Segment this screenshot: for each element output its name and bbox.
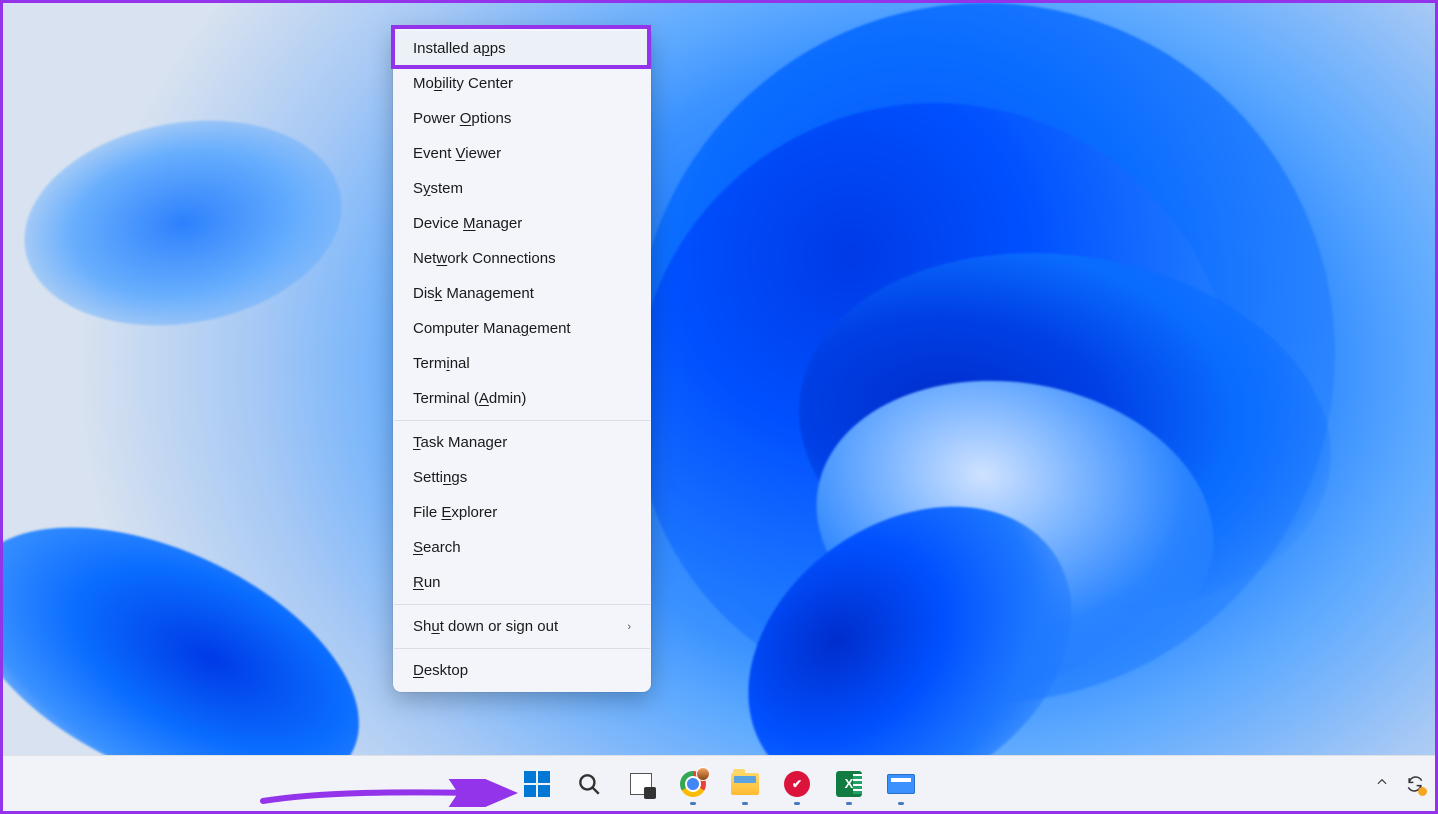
menu-item-terminal-admin[interactable]: Terminal (Admin) bbox=[393, 381, 651, 416]
menu-item-label: Network Connections bbox=[413, 250, 556, 267]
menu-item-label: Power Options bbox=[413, 110, 511, 127]
taskbar-pinned-apps: ✔ X bbox=[515, 762, 923, 806]
menu-item-desktop[interactable]: Desktop bbox=[393, 653, 651, 688]
windows-logo-icon bbox=[524, 771, 550, 797]
onedrive-sync-button[interactable] bbox=[1405, 774, 1425, 794]
task-view-icon bbox=[630, 773, 652, 795]
menu-item-device-manager[interactable]: Device Manager bbox=[393, 206, 651, 241]
menu-item-network-connections[interactable]: Network Connections bbox=[393, 241, 651, 276]
menu-item-label: Run bbox=[413, 574, 441, 591]
winx-context-menu: Installed apps Mobility Center Power Optio… bbox=[393, 27, 651, 692]
task-view-button[interactable] bbox=[619, 762, 663, 806]
taskbar: ✔ X bbox=[3, 755, 1435, 811]
chrome-button[interactable] bbox=[671, 762, 715, 806]
menu-item-label: Device Manager bbox=[413, 215, 522, 232]
todoist-button[interactable]: ✔ bbox=[775, 762, 819, 806]
menu-item-settings[interactable]: Settings bbox=[393, 460, 651, 495]
search-button[interactable] bbox=[567, 762, 611, 806]
menu-item-shut-down-or-sign-out[interactable]: Shut down or sign out › bbox=[393, 609, 651, 644]
excel-button[interactable]: X bbox=[827, 762, 871, 806]
menu-item-label: Search bbox=[413, 539, 461, 556]
menu-item-mobility-center[interactable]: Mobility Center bbox=[393, 66, 651, 101]
menu-item-label: Desktop bbox=[413, 662, 468, 679]
sync-warning-badge-icon bbox=[1418, 787, 1427, 796]
menu-separator bbox=[394, 648, 650, 649]
chevron-right-icon: › bbox=[627, 621, 631, 633]
menu-separator bbox=[394, 420, 650, 421]
menu-item-label: Mobility Center bbox=[413, 75, 513, 92]
menu-item-system[interactable]: System bbox=[393, 171, 651, 206]
chrome-icon bbox=[680, 771, 706, 797]
menu-item-label: Disk Management bbox=[413, 285, 534, 302]
menu-item-computer-management[interactable]: Computer Management bbox=[393, 311, 651, 346]
menu-item-task-manager[interactable]: Task Manager bbox=[393, 425, 651, 460]
menu-item-label: Installed apps bbox=[413, 40, 506, 57]
todoist-icon: ✔ bbox=[784, 771, 810, 797]
run-dialog-button[interactable] bbox=[879, 762, 923, 806]
menu-item-label: Shut down or sign out bbox=[413, 618, 558, 635]
wallpaper-shape bbox=[8, 97, 358, 350]
menu-item-label: Task Manager bbox=[413, 434, 507, 451]
start-button[interactable] bbox=[515, 762, 559, 806]
excel-icon: X bbox=[836, 771, 862, 797]
menu-item-file-explorer[interactable]: File Explorer bbox=[393, 495, 651, 530]
running-indicator bbox=[846, 802, 852, 805]
desktop-wallpaper[interactable] bbox=[3, 3, 1435, 811]
menu-separator bbox=[394, 604, 650, 605]
menu-item-label: Terminal bbox=[413, 355, 470, 372]
folder-icon bbox=[731, 773, 759, 795]
menu-item-label: Terminal (Admin) bbox=[413, 390, 526, 407]
menu-item-power-options[interactable]: Power Options bbox=[393, 101, 651, 136]
running-indicator bbox=[690, 802, 696, 805]
file-explorer-button[interactable] bbox=[723, 762, 767, 806]
menu-item-label: System bbox=[413, 180, 463, 197]
menu-item-disk-management[interactable]: Disk Management bbox=[393, 276, 651, 311]
system-tray bbox=[1369, 756, 1425, 811]
running-indicator bbox=[794, 802, 800, 805]
profile-avatar-icon bbox=[696, 767, 710, 781]
menu-item-label: File Explorer bbox=[413, 504, 497, 521]
menu-item-label: Settings bbox=[413, 469, 467, 486]
running-indicator bbox=[742, 802, 748, 805]
running-indicator bbox=[898, 802, 904, 805]
menu-item-label: Event Viewer bbox=[413, 145, 501, 162]
menu-item-search[interactable]: Search bbox=[393, 530, 651, 565]
menu-item-terminal[interactable]: Terminal bbox=[393, 346, 651, 381]
menu-item-installed-apps[interactable]: Installed apps bbox=[393, 31, 651, 66]
run-dialog-icon bbox=[887, 774, 915, 794]
menu-item-label: Computer Management bbox=[413, 320, 571, 337]
chevron-up-icon bbox=[1375, 775, 1389, 789]
menu-item-run[interactable]: Run bbox=[393, 565, 651, 600]
menu-item-event-viewer[interactable]: Event Viewer bbox=[393, 136, 651, 171]
search-icon bbox=[576, 771, 602, 797]
tray-overflow-button[interactable] bbox=[1369, 769, 1395, 798]
